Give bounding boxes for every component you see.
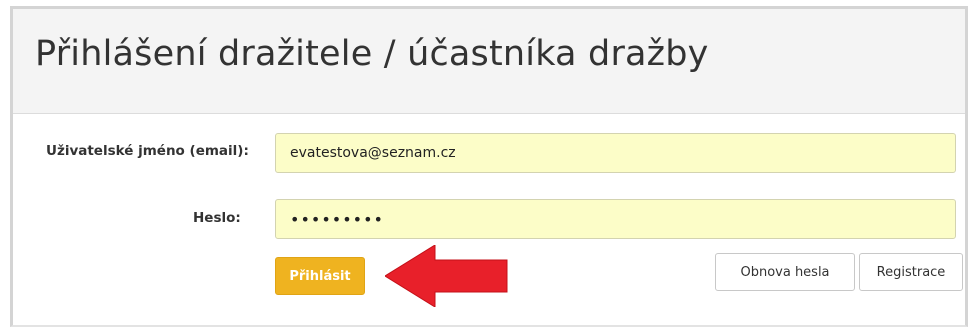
panel-header: Přihlášení dražitele / účastníka dražby [13, 9, 965, 114]
register-button[interactable]: Registrace [859, 253, 963, 291]
reset-password-button[interactable]: Obnova hesla [715, 253, 855, 291]
red-arrow-icon [385, 245, 508, 307]
username-input[interactable] [275, 133, 956, 173]
login-panel: Přihlášení dražitele / účastníka dražby … [10, 6, 968, 327]
page-title: Přihlášení dražitele / účastníka dražby [35, 34, 709, 74]
login-button[interactable]: Přihlásit [275, 257, 365, 295]
username-label: Uživatelské jméno (email): [46, 143, 249, 159]
password-label: Heslo: [193, 210, 241, 226]
password-input[interactable] [275, 199, 956, 239]
